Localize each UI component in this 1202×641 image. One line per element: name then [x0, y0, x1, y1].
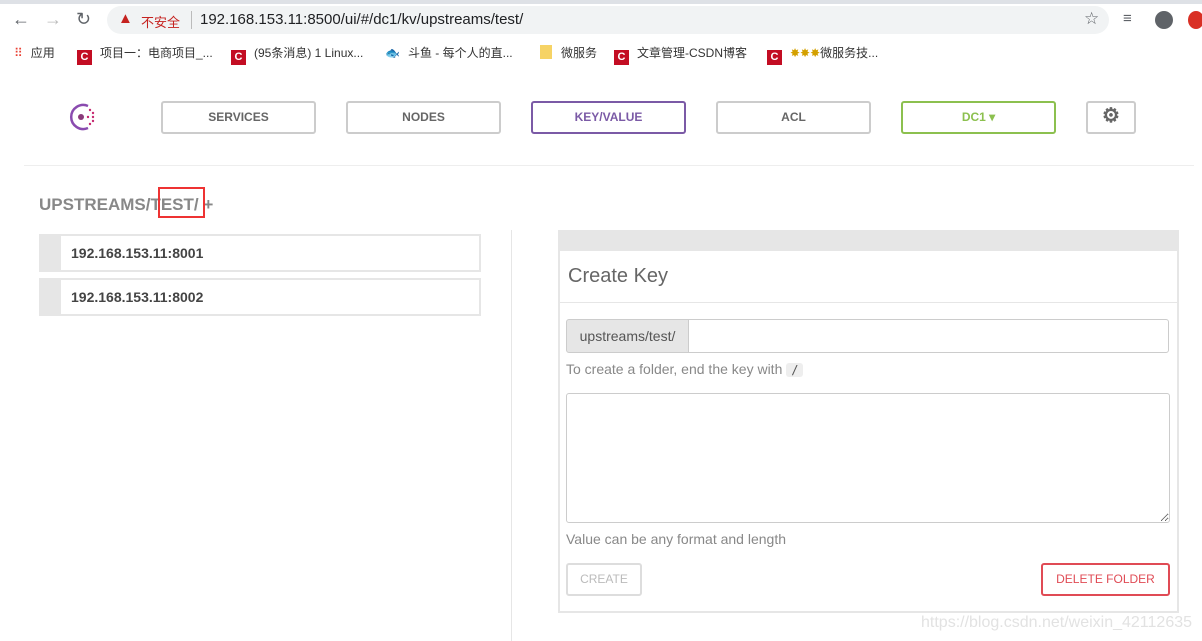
bookmark-folder[interactable]: 微服务	[540, 44, 597, 61]
warning-icon: ▲	[118, 10, 133, 27]
bookmark[interactable]: 🐟 斗鱼 - 每个人的直...	[385, 44, 513, 61]
key-list-item[interactable]: 192.168.153.11:8002	[39, 278, 481, 316]
nav-acl[interactable]: ACL	[716, 101, 871, 134]
bookmark[interactable]: C (95条消息) 1 Linux...	[231, 44, 363, 65]
divider	[191, 11, 192, 29]
panel-title: Create Key	[568, 265, 669, 287]
douyu-icon: 🐟	[385, 46, 400, 60]
nav-nodes[interactable]: NODES	[346, 101, 501, 134]
watermark: https://blog.csdn.net/weixin_42112635	[921, 614, 1193, 631]
value-help-text: Value can be any format and length	[566, 531, 787, 547]
tab-strip	[0, 0, 1202, 4]
divider	[511, 230, 512, 641]
key-input[interactable]	[688, 319, 1169, 353]
delete-folder-button[interactable]: DELETE FOLDER	[1041, 563, 1170, 596]
nav-key-value[interactable]: KEY/VALUE	[531, 101, 686, 134]
key-prefix-addon: upstreams/test/	[566, 319, 689, 353]
update-icon[interactable]	[1188, 11, 1202, 29]
divider	[24, 165, 1194, 166]
nav-services[interactable]: SERVICES	[161, 101, 316, 134]
bookmark-apps[interactable]: ⠿ 应用	[14, 44, 55, 61]
settings-gear-icon[interactable]: ⚙	[1086, 101, 1136, 134]
highlight-box	[158, 187, 205, 218]
csdn-icon: C	[767, 50, 782, 65]
slash-code: /	[786, 363, 804, 377]
url-text[interactable]: 192.168.153.11:8500/ui/#/dc1/kv/upstream…	[200, 11, 523, 28]
csdn-icon: C	[614, 50, 629, 65]
forward-icon[interactable]: →	[44, 9, 62, 30]
reload-icon[interactable]: ↻	[76, 9, 91, 30]
security-label[interactable]: 不安全	[141, 12, 180, 31]
star-icon[interactable]: ☆	[1084, 9, 1099, 29]
folder-icon	[540, 45, 552, 59]
nav-datacenter-dropdown[interactable]: DC1 ▾	[901, 101, 1056, 134]
bookmark[interactable]: C 文章管理-CSDN博客	[614, 44, 747, 65]
key-list-item[interactable]: 192.168.153.11:8001	[39, 234, 481, 272]
create-button[interactable]: CREATE	[566, 563, 642, 596]
apps-grid-icon: ⠿	[14, 46, 23, 60]
csdn-icon: C	[231, 50, 246, 65]
profile-icon[interactable]	[1155, 11, 1173, 29]
csdn-icon: C	[77, 50, 92, 65]
bookmark[interactable]: C ✸✸✸微服务技...	[767, 44, 878, 65]
value-textarea[interactable]	[566, 393, 1170, 523]
consul-logo[interactable]	[68, 101, 100, 133]
media-icon[interactable]: ≡	[1123, 10, 1132, 27]
back-icon[interactable]: ←	[12, 9, 30, 30]
bookmark[interactable]: C 项目一：电商项目_...	[77, 44, 213, 65]
divider	[560, 302, 1177, 303]
stars-icon: ✸✸✸	[790, 46, 821, 60]
folder-help-text: To create a folder, end the key with /	[566, 361, 804, 377]
